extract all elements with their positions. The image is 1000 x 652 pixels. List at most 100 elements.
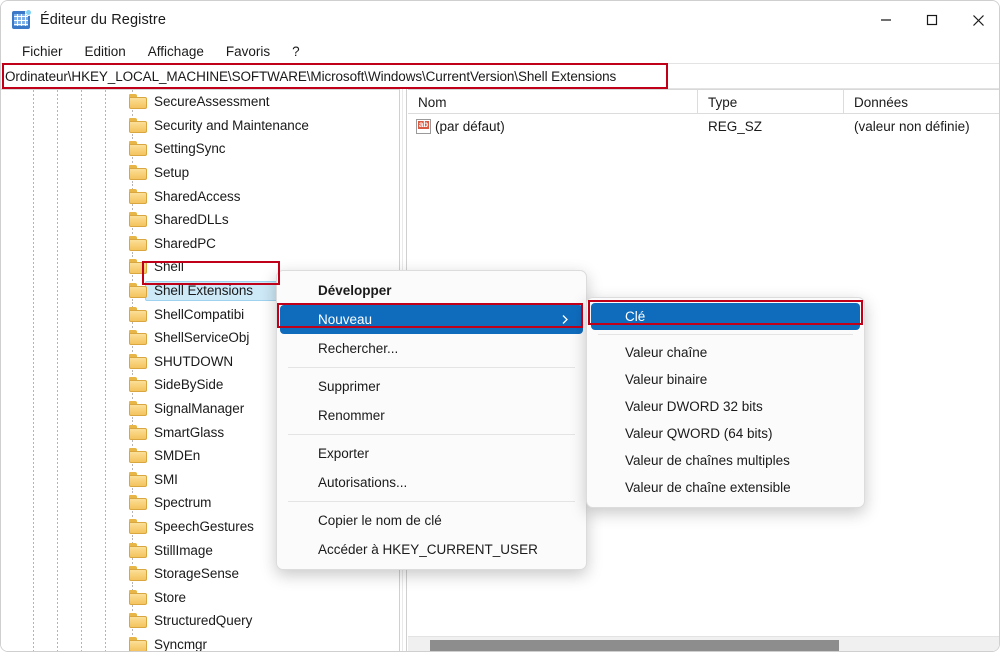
tree-item-label: Spectrum bbox=[154, 495, 212, 511]
folder-icon bbox=[129, 518, 147, 534]
tree-item-label: Syncmgr bbox=[154, 636, 207, 652]
folder-icon bbox=[129, 165, 147, 181]
menu-favoris[interactable]: Favoris bbox=[215, 42, 281, 61]
tree-item[interactable]: Store bbox=[1, 585, 399, 609]
maximize-button[interactable] bbox=[909, 1, 955, 39]
tree-item-label: Store bbox=[154, 589, 187, 605]
tree-item-label: SMI bbox=[154, 471, 178, 487]
new-submenu[interactable]: Clé Valeur chaîne Valeur binaire Valeur DWO… bbox=[586, 297, 865, 508]
window-title: Éditeur du Registre bbox=[40, 12, 167, 28]
tree-item-label: ShellServiceObj bbox=[154, 330, 250, 346]
context-menu-item[interactable]: Développer bbox=[277, 276, 586, 305]
tree-item-label: StructuredQuery bbox=[154, 613, 253, 629]
address-bar[interactable]: Ordinateur\HKEY_LOCAL_MACHINE\SOFTWARE\M… bbox=[1, 63, 999, 89]
context-menu-item[interactable]: Supprimer bbox=[277, 372, 586, 401]
column-header-name[interactable]: Nom bbox=[408, 90, 698, 114]
tree-item-label: StillImage bbox=[154, 542, 213, 558]
title-bar: Éditeur du Registre bbox=[1, 1, 999, 39]
context-menu-item[interactable]: Renommer bbox=[277, 401, 586, 430]
tree-item[interactable]: Setup bbox=[1, 160, 399, 185]
context-menu-item[interactable]: Nouveau bbox=[280, 305, 583, 334]
folder-icon bbox=[129, 94, 147, 110]
context-menu-item[interactable]: Accéder à HKEY_CURRENT_USER bbox=[277, 535, 586, 564]
tree-item-label: SharedPC bbox=[154, 235, 216, 251]
tree-item-label: SMDEn bbox=[154, 448, 201, 464]
menu-aide[interactable]: ? bbox=[281, 42, 311, 61]
menu-fichier[interactable]: Fichier bbox=[11, 42, 74, 61]
folder-icon bbox=[129, 542, 147, 558]
submenu-item[interactable]: Valeur chaîne bbox=[587, 339, 864, 366]
folder-icon bbox=[129, 471, 147, 487]
folder-icon bbox=[129, 495, 147, 511]
menu-bar: Fichier Edition Affichage Favoris ? bbox=[1, 39, 999, 63]
window-controls bbox=[863, 1, 999, 39]
folder-icon bbox=[129, 424, 147, 440]
list-column-headers: Nom Type Données bbox=[408, 90, 999, 114]
column-header-data[interactable]: Données bbox=[844, 90, 999, 114]
context-menu-item[interactable]: Exporter bbox=[277, 439, 586, 468]
folder-icon bbox=[129, 636, 147, 651]
tree-item[interactable]: Security and Maintenance bbox=[1, 113, 399, 138]
tree-item-label: Shell bbox=[154, 259, 184, 275]
context-menu-item-label: Copier le nom de clé bbox=[318, 513, 442, 528]
folder-icon bbox=[129, 401, 147, 417]
menu-separator bbox=[288, 501, 575, 502]
context-menu-item-label: Nouveau bbox=[318, 312, 373, 327]
context-menu-item-label: Autorisations... bbox=[318, 475, 408, 490]
folder-icon bbox=[129, 283, 147, 299]
tree-item[interactable]: Syncmgr bbox=[1, 632, 399, 652]
tree-item-label: SideBySide bbox=[154, 377, 224, 393]
tree-item-label: SharedDLLs bbox=[154, 212, 229, 228]
tree-item-label: Shell Extensions bbox=[154, 283, 254, 299]
tree-item-label: Setup bbox=[154, 165, 190, 181]
menu-affichage[interactable]: Affichage bbox=[137, 42, 215, 61]
context-menu[interactable]: Développer Nouveau Rechercher... Supprimer R… bbox=[276, 270, 587, 570]
folder-icon bbox=[129, 377, 147, 393]
tree-item[interactable]: SharedAccess bbox=[1, 184, 399, 208]
tree-item[interactable]: SharedPC bbox=[1, 231, 399, 256]
context-menu-item[interactable]: Copier le nom de clé bbox=[277, 506, 586, 535]
tree-item-label: SharedAccess bbox=[154, 188, 241, 204]
folder-icon bbox=[129, 589, 147, 605]
submenu-item[interactable]: Valeur de chaîne extensible bbox=[587, 474, 864, 501]
menu-separator bbox=[598, 334, 853, 335]
folder-icon bbox=[129, 448, 147, 464]
address-path-text: Ordinateur\HKEY_LOCAL_MACHINE\SOFTWARE\M… bbox=[5, 68, 617, 84]
folder-icon bbox=[129, 212, 147, 228]
context-menu-item-label: Supprimer bbox=[318, 379, 381, 394]
table-row[interactable]: ab (par défaut) REG_SZ (valeur non définie) bbox=[408, 114, 999, 139]
submenu-item[interactable]: Clé bbox=[591, 303, 860, 330]
tree-item-label: SettingSync bbox=[154, 141, 226, 157]
close-button[interactable] bbox=[955, 1, 999, 39]
tree-item[interactable]: StructuredQuery bbox=[1, 609, 399, 633]
submenu-item[interactable]: Valeur QWORD (64 bits) bbox=[587, 420, 864, 447]
context-menu-item-label: Rechercher... bbox=[318, 341, 399, 356]
cell-data: (valeur non définie) bbox=[854, 119, 970, 134]
tree-item[interactable]: SecureAssessment bbox=[1, 90, 399, 114]
folder-icon bbox=[129, 141, 147, 157]
folder-icon bbox=[129, 235, 147, 251]
scrollbar-thumb[interactable] bbox=[430, 640, 839, 651]
context-menu-item-label: Exporter bbox=[318, 446, 370, 461]
horizontal-scrollbar[interactable] bbox=[408, 636, 999, 651]
folder-icon bbox=[129, 353, 147, 369]
tree-item-label: StorageSense bbox=[154, 566, 239, 582]
submenu-item[interactable]: Valeur de chaînes multiples bbox=[587, 447, 864, 474]
registry-editor-window: Éditeur du Registre Fichier Edition Affi… bbox=[0, 0, 1000, 652]
column-header-type[interactable]: Type bbox=[698, 90, 844, 114]
tree-item[interactable]: SettingSync bbox=[1, 137, 399, 161]
minimize-button[interactable] bbox=[863, 1, 909, 39]
chevron-right-icon bbox=[561, 312, 569, 327]
address-bar-container: Ordinateur\HKEY_LOCAL_MACHINE\SOFTWARE\M… bbox=[1, 63, 999, 89]
context-menu-item[interactable]: Autorisations... bbox=[277, 468, 586, 497]
tree-item-label: ShellCompatibi bbox=[154, 306, 245, 322]
submenu-item[interactable]: Valeur DWORD 32 bits bbox=[587, 393, 864, 420]
value-name-text: (par défaut) bbox=[435, 119, 505, 134]
registry-editor-icon bbox=[12, 9, 32, 29]
tree-item[interactable]: SharedDLLs bbox=[1, 207, 399, 232]
tree-item-label: SHUTDOWN bbox=[154, 353, 234, 369]
menu-edition[interactable]: Edition bbox=[74, 42, 137, 61]
submenu-item[interactable]: Valeur binaire bbox=[587, 366, 864, 393]
tree-item-label: SignalManager bbox=[154, 401, 245, 417]
context-menu-item[interactable]: Rechercher... bbox=[277, 334, 586, 363]
